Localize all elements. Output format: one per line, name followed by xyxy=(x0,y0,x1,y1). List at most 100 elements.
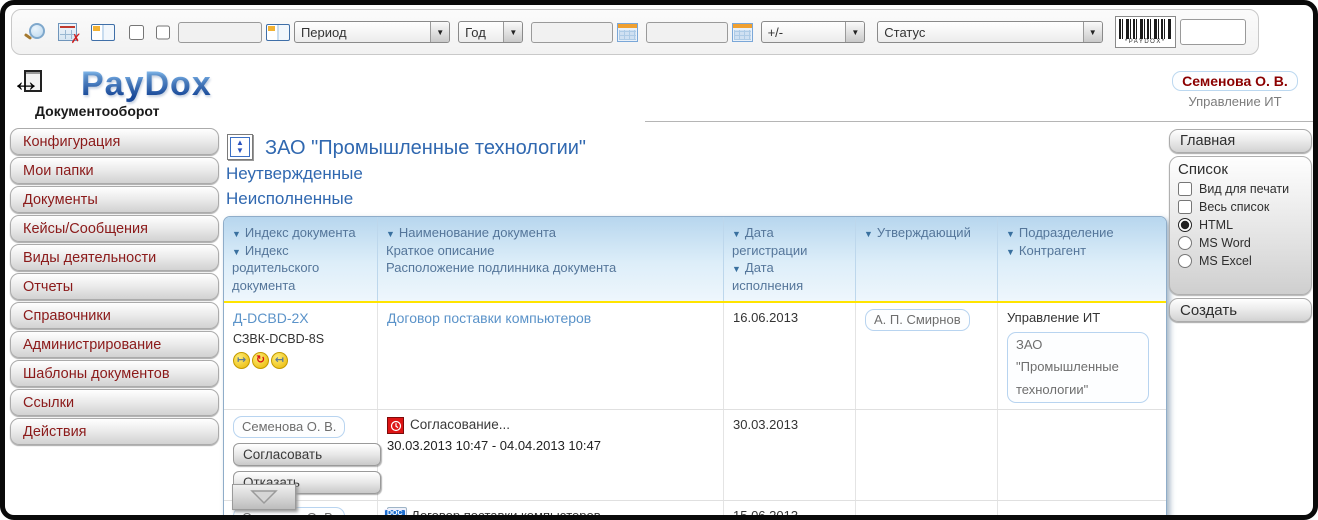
format-word-radio[interactable] xyxy=(1178,236,1192,250)
up-down-arrows-icon: ▲ ▼ xyxy=(230,137,250,157)
print-view-checkbox[interactable] xyxy=(1178,182,1192,196)
user-block: Семенова О. В. Управление ИТ xyxy=(1155,71,1315,109)
year-select[interactable]: Год ▼ xyxy=(458,21,523,43)
sort-icon[interactable]: ▼ xyxy=(386,229,395,239)
stage-period: 30.03.2013 10:47 - 04.04.2013 10:47 xyxy=(387,437,714,455)
department-cell xyxy=(998,410,1166,500)
table-header-row: ▼Индекс документа ▼Индекс родительского … xyxy=(224,217,1166,303)
list-panel-title: Список xyxy=(1178,161,1303,178)
header-label: Подразделение xyxy=(1019,225,1114,240)
attachment-name[interactable]: Договор поставки компьютеров xyxy=(411,508,601,520)
user-pill[interactable]: Семенова О. В. xyxy=(233,416,345,438)
sort-icon[interactable]: ▼ xyxy=(232,229,241,239)
full-list-label: Весь список xyxy=(1199,200,1269,214)
sidebar: Конфигурация Мои папки Документы Кейсы/С… xyxy=(10,128,219,447)
barcode-bars xyxy=(1119,19,1172,39)
header-label: Индекс родительского документа xyxy=(232,243,319,293)
paydox-logo[interactable]: PayDox xyxy=(81,65,212,104)
sidebar-item-documents[interactable]: Документы xyxy=(10,186,219,213)
sidebar-item-cases-messages[interactable]: Кейсы/Сообщения xyxy=(10,215,219,242)
status-select-value: Статус xyxy=(878,25,1082,40)
search-icon[interactable] xyxy=(24,22,44,42)
down-triangle-icon xyxy=(247,488,281,506)
plus-minus-select-value: +/- xyxy=(762,25,846,40)
format-excel-option[interactable]: MS Excel xyxy=(1178,254,1303,268)
chevron-down-icon: ▼ xyxy=(503,22,522,42)
full-list-checkbox[interactable] xyxy=(1178,200,1192,214)
department-cell: Управление ИТ ЗАО "Промышленные технолог… xyxy=(998,303,1166,408)
calendar-icon-2[interactable] xyxy=(732,23,753,42)
parent-index: СЗВК-DCBD-8S xyxy=(233,331,368,349)
red-x-icon: ✗ xyxy=(71,32,82,45)
filter-unexecuted: Неисполненные xyxy=(226,189,353,209)
clear-list-icon[interactable]: ✗ xyxy=(58,23,78,41)
header-approver[interactable]: ▼Утверждающий xyxy=(856,217,998,301)
sort-icon[interactable]: ▼ xyxy=(732,229,741,239)
sort-icon[interactable]: ▼ xyxy=(732,264,741,274)
sidebar-item-links[interactable]: Ссылки xyxy=(10,389,219,416)
table-row: Семенова О. В. DOC Договор поставки комп… xyxy=(224,501,1166,520)
header-divider xyxy=(645,121,1313,122)
format-html-radio[interactable] xyxy=(1178,218,1192,232)
user-name-link[interactable]: Семенова О. В. xyxy=(1172,71,1298,91)
route-forward-icon[interactable]: ↦ xyxy=(233,352,250,369)
reg-date-cell: 30.03.2013 xyxy=(724,410,856,500)
sidebar-item-my-folders[interactable]: Мои папки xyxy=(10,157,219,184)
format-html-option[interactable]: HTML xyxy=(1178,218,1303,232)
full-list-option[interactable]: Весь список xyxy=(1178,200,1303,214)
left-right-arrow-icon: ↔ xyxy=(11,67,41,97)
date-from-input[interactable] xyxy=(531,22,613,43)
sidebar-item-configuration[interactable]: Конфигурация xyxy=(10,128,219,155)
approve-button[interactable]: Согласовать xyxy=(233,443,381,466)
format-word-option[interactable]: MS Word xyxy=(1178,236,1303,250)
approver-cell xyxy=(856,501,998,520)
doc-index-link[interactable]: Д-DCBD-2X xyxy=(233,310,309,326)
table-row: Д-DCBD-2X СЗВК-DCBD-8S ↦ ↻ ↤ Договор пос… xyxy=(224,303,1166,409)
toolbar-text-input[interactable] xyxy=(178,22,262,43)
sidebar-item-reports[interactable]: Отчеты xyxy=(10,273,219,300)
header-label: Наименование документа xyxy=(399,225,556,240)
workflow-icons: ↦ ↻ ↤ xyxy=(233,352,368,369)
sidebar-item-activities[interactable]: Виды деятельности xyxy=(10,244,219,271)
sidebar-item-references[interactable]: Справочники xyxy=(10,302,219,329)
directory-book-icon-2[interactable] xyxy=(266,24,290,41)
format-excel-radio[interactable] xyxy=(1178,254,1192,268)
home-button[interactable]: Главная xyxy=(1169,129,1312,153)
plus-minus-select[interactable]: +/- ▼ xyxy=(761,21,866,43)
contractor-pill[interactable]: ЗАО "Промышленные технологии" xyxy=(1007,332,1149,402)
sort-icon[interactable]: ▼ xyxy=(864,229,873,239)
page-title: ЗАО "Промышленные технологии" xyxy=(265,137,586,160)
route-back-icon[interactable]: ↤ xyxy=(271,352,288,369)
sort-icon[interactable]: ▼ xyxy=(1006,229,1015,239)
sort-icon[interactable]: ▼ xyxy=(1006,247,1015,257)
doc-name-link[interactable]: Договор поставки компьютеров xyxy=(387,310,591,326)
table-body: Д-DCBD-2X СЗВК-DCBD-8S ↦ ↻ ↤ Договор пос… xyxy=(224,303,1166,520)
scroll-down-button[interactable] xyxy=(232,484,296,510)
header-doc-name[interactable]: ▼Наименование документа Краткое описание… xyxy=(378,217,724,301)
sort-icon[interactable]: ▼ xyxy=(232,247,241,257)
sort-toggle-button[interactable]: ▲ ▼ xyxy=(227,134,253,160)
header-department[interactable]: ▼Подразделение ▼Контрагент xyxy=(998,217,1166,301)
collapse-sidebar-button[interactable]: ↔ xyxy=(13,67,53,97)
header-dates[interactable]: ▼Дата регистрации ▼Дата исполнения xyxy=(724,217,856,301)
toolbar-checkbox-2[interactable] xyxy=(156,25,171,40)
header-doc-index[interactable]: ▼Индекс документа ▼Индекс родительского … xyxy=(224,217,378,301)
calendar-icon[interactable] xyxy=(617,23,638,42)
sidebar-item-actions[interactable]: Действия xyxy=(10,418,219,445)
sidebar-item-administration[interactable]: Администрирование xyxy=(10,331,219,358)
route-cycle-icon[interactable]: ↻ xyxy=(252,352,269,369)
create-button[interactable]: Создать xyxy=(1169,298,1312,322)
directory-book-icon[interactable] xyxy=(91,24,115,41)
barcode-input[interactable] xyxy=(1180,19,1246,45)
doc-file-icon[interactable]: DOC xyxy=(387,507,407,520)
date-to-input[interactable] xyxy=(646,22,728,43)
app-subtitle: Документооборот xyxy=(35,103,160,119)
header-label: Дата исполнения xyxy=(732,260,803,293)
chevron-down-icon: ▼ xyxy=(845,22,864,42)
print-view-option[interactable]: Вид для печати xyxy=(1178,182,1303,196)
sidebar-item-templates[interactable]: Шаблоны документов xyxy=(10,360,219,387)
toolbar-checkbox-1[interactable] xyxy=(129,25,144,40)
approver-pill[interactable]: А. П. Смирнов xyxy=(865,309,970,331)
status-select[interactable]: Статус ▼ xyxy=(877,21,1102,43)
period-select[interactable]: Период ▼ xyxy=(294,21,450,43)
